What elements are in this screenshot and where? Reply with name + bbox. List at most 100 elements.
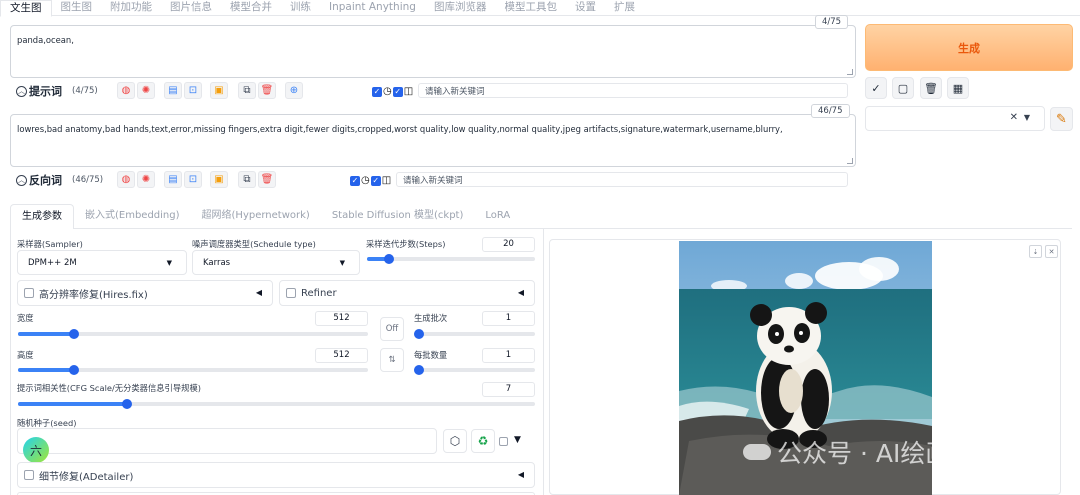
tab-checkpoint[interactable]: Stable Diffusion 模型(ckpt) [321, 204, 475, 228]
square-icon[interactable]: ▢ [892, 77, 914, 99]
slider-thumb[interactable] [121, 399, 132, 409]
slider-thumb[interactable] [383, 254, 394, 264]
clipboard-icon[interactable]: ▦ [947, 77, 969, 99]
slider-thumb[interactable] [69, 365, 79, 375]
collapse-up-icon[interactable]: ︿ [16, 174, 27, 186]
translate-icon[interactable]: ⊕ [285, 82, 303, 99]
tab-embedding[interactable]: 嵌入式(Embedding) [74, 204, 191, 228]
close-icon[interactable]: ✕ [1045, 245, 1058, 258]
panel-icon[interactable]: ◫ [404, 87, 413, 97]
resize-handle[interactable] [847, 158, 853, 164]
negative-prompt-input[interactable]: lowres,bad anatomy,bad hands,text,error,… [10, 114, 856, 167]
schedule-dropdown[interactable]: Karras ▼ [192, 250, 360, 275]
slider-thumb[interactable] [414, 365, 424, 375]
checkbox-checked-icon[interactable]: ✓ [370, 176, 381, 186]
slider-fill [18, 402, 127, 406]
prompt-toolbar-4: ⧉ 🗑 [238, 82, 276, 100]
photo-icon[interactable]: ▣ [210, 82, 228, 99]
extra-seed-checkbox[interactable] [499, 437, 508, 446]
steps-input[interactable]: 20 [482, 237, 535, 252]
tab-generation[interactable]: 生成参数 [10, 204, 74, 230]
refiner-accordion[interactable]: Refiner ◀ [279, 280, 535, 306]
cfg-slider[interactable] [18, 399, 535, 409]
tab-png-info[interactable]: 图片信息 [161, 0, 221, 15]
swap-dimensions-icon[interactable]: ⇅ [380, 348, 404, 372]
avatar[interactable]: 六 [23, 437, 49, 463]
edit-doc-icon[interactable]: ▤ [164, 82, 182, 99]
tab-gallery[interactable]: 图库浏览器 [425, 0, 496, 15]
hires-fix-accordion[interactable]: 高分辨率修复(Hires.fix) ◀ [17, 280, 273, 306]
prompt-toolbar-2: ▤ ⊡ [164, 82, 202, 100]
negative-toolbar-1: ◍ ✺ [117, 171, 155, 189]
tab-settings[interactable]: 设置 [566, 0, 605, 15]
batch-count-input[interactable]: 1 [482, 311, 535, 326]
clear-icon[interactable]: ✕ [1010, 112, 1018, 123]
slider-thumb[interactable] [414, 329, 424, 339]
seed-input[interactable] [17, 428, 437, 454]
negative-toolbar-2: ▤ ⊡ [164, 171, 202, 189]
generate-button[interactable]: 生成 [865, 24, 1073, 71]
tab-hypernetwork[interactable]: 超网络(Hypernetwork) [191, 204, 321, 228]
globe-icon[interactable]: ◍ [117, 171, 135, 188]
check-icon[interactable]: ✓ [865, 77, 887, 99]
tab-lora[interactable]: LoRA [474, 204, 521, 228]
prompt-input[interactable]: panda,ocean, [10, 25, 856, 78]
batch-size-input[interactable]: 1 [482, 348, 535, 363]
width-slider[interactable] [18, 329, 368, 339]
sampler-dropdown[interactable]: DPM++ 2M ▼ [17, 250, 187, 275]
globe-icon[interactable]: ◍ [117, 82, 135, 99]
tab-extensions[interactable]: 扩展 [605, 0, 644, 15]
tab-extras[interactable]: 附加功能 [101, 0, 161, 15]
negative-keyword-input[interactable]: 请输入新关键词 [396, 172, 848, 187]
aspect-ratio-off-button[interactable]: Off [380, 317, 404, 341]
gear-icon[interactable]: ✺ [137, 171, 155, 188]
pencil-icon[interactable]: ✎ [1050, 107, 1073, 131]
trash-icon[interactable]: 🗑 [258, 82, 276, 99]
prompt-keyword-input[interactable]: 请输入新关键词 [418, 83, 848, 98]
tab-txt2img[interactable]: 文生图 [0, 0, 52, 17]
tab-merge[interactable]: 模型合并 [221, 0, 281, 15]
adetailer-accordion[interactable]: 细节修复(ADetailer) ◀ [17, 462, 535, 488]
bookmark-icon[interactable]: ⊡ [184, 171, 202, 188]
bookmark-icon[interactable]: ⊡ [184, 82, 202, 99]
resize-handle[interactable] [847, 69, 853, 75]
clock-icon[interactable]: ◷ [383, 87, 392, 97]
height-input[interactable]: 512 [315, 348, 368, 363]
height-slider[interactable] [18, 365, 368, 375]
cfg-input[interactable]: 7 [482, 382, 535, 397]
download-icon[interactable]: ⇣ [1029, 245, 1042, 258]
checkbox-checked-icon[interactable]: ✓ [392, 87, 403, 97]
refiner-checkbox[interactable] [286, 288, 296, 298]
width-input[interactable]: 512 [315, 311, 368, 326]
copy-icon[interactable]: ⧉ [238, 82, 256, 99]
tab-model-toolkit[interactable]: 模型工具包 [495, 0, 566, 15]
slider-thumb[interactable] [69, 329, 79, 339]
batch-count-slider[interactable] [414, 329, 535, 339]
caret-down-icon[interactable]: ▼ [514, 435, 521, 445]
edit-doc-icon[interactable]: ▤ [164, 171, 182, 188]
photo-icon[interactable]: ▣ [210, 171, 228, 188]
checkbox-checked-icon[interactable]: ✓ [350, 176, 360, 186]
prompt-label-row: ︿ 提示词 (4/75) [16, 82, 98, 100]
clock-icon[interactable]: ◷ [361, 176, 370, 186]
tab-inpaint-anything[interactable]: Inpaint Anything [320, 0, 425, 15]
adetailer-checkbox[interactable] [24, 470, 34, 480]
panel-icon[interactable]: ◫ [382, 176, 391, 186]
copy-icon[interactable]: ⧉ [238, 171, 256, 188]
hires-fix-checkbox[interactable] [24, 288, 34, 298]
sampler-label: 采样器(Sampler) [17, 239, 83, 249]
negative-count: (46/75) [72, 175, 104, 185]
steps-slider[interactable] [367, 254, 535, 264]
collapse-up-icon[interactable]: ︿ [16, 85, 27, 97]
styles-dropdown[interactable]: ✕ ▼ [865, 106, 1045, 131]
trash-icon[interactable]: 🗑 [258, 171, 276, 188]
trash-icon[interactable]: 🗑 [920, 77, 942, 99]
recycle-icon[interactable]: ♻ [471, 429, 495, 453]
batch-size-slider[interactable] [414, 365, 535, 375]
gear-icon[interactable]: ✺ [137, 82, 155, 99]
tab-img2img[interactable]: 图生图 [52, 0, 102, 15]
chevron-down-icon: ▼ [166, 259, 172, 267]
checkbox-checked-icon[interactable]: ✓ [372, 87, 382, 97]
dice-icon[interactable]: ⬡ [443, 429, 467, 453]
tab-train[interactable]: 训练 [281, 0, 320, 15]
